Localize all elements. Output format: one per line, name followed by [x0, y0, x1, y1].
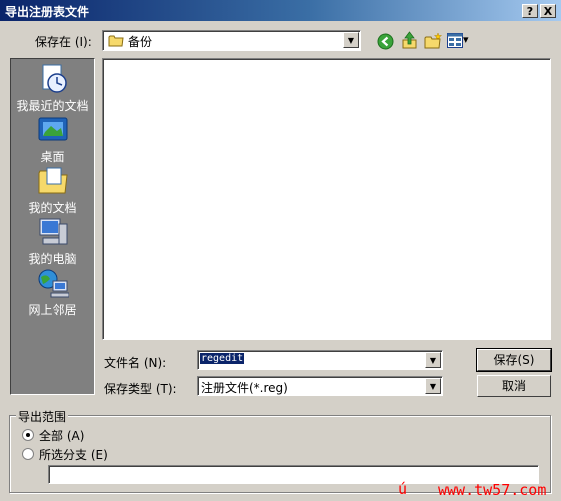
place-label: 我的文档: [28, 201, 77, 215]
place-desktop[interactable]: 桌面: [11, 114, 94, 165]
save-in-value: 备份: [128, 35, 153, 49]
my-documents-icon: [38, 167, 68, 194]
chevron-down-icon[interactable]: ▼: [425, 378, 441, 394]
recent-documents-icon: [42, 64, 67, 93]
cancel-button[interactable]: 取消: [477, 375, 551, 397]
view-grid-icon: [447, 33, 463, 48]
title-bar[interactable]: 导出注册表文件 ? X: [0, 0, 561, 21]
place-my-documents[interactable]: 我的文档: [11, 165, 94, 216]
view-menu-button[interactable]: ▾: [447, 33, 471, 49]
place-label: 我最近的文档: [16, 99, 89, 113]
save-in-combo[interactable]: 备份 ▼: [102, 30, 361, 51]
place-label: 网上邻居: [28, 303, 77, 317]
place-label: 桌面: [40, 150, 65, 164]
places-bar: 我最近的文档 桌面 我的文档 我的电脑 网上邻居: [10, 58, 95, 395]
folder-icon: [108, 35, 124, 47]
file-type-select[interactable]: 注册文件(*.reg) ▼: [197, 376, 443, 396]
save-in-label: 保存在 (I):: [35, 35, 92, 49]
window-title: 导出注册表文件: [5, 5, 90, 19]
help-button[interactable]: ?: [522, 4, 538, 18]
back-icon[interactable]: [377, 33, 394, 50]
save-button[interactable]: 保存(S): [476, 348, 552, 372]
desktop-icon: [38, 117, 67, 141]
export-range-title: 导出范围: [16, 408, 69, 425]
new-folder-icon[interactable]: [424, 33, 442, 49]
file-list[interactable]: [102, 58, 551, 340]
chevron-down-icon[interactable]: ▼: [343, 32, 359, 48]
up-folder-icon[interactable]: [401, 31, 418, 50]
place-network[interactable]: 网上邻居: [11, 267, 94, 318]
radio-selected-branch-label[interactable]: 所选分支 (E): [39, 446, 108, 463]
watermark-glyph: ú: [398, 480, 408, 498]
view-menu-arrow-icon: ▾: [463, 33, 469, 46]
chevron-down-icon[interactable]: ▼: [425, 352, 441, 368]
watermark-text: www.tw57.com: [438, 481, 547, 499]
place-label: 我的电脑: [28, 252, 77, 266]
network-places-icon: [38, 269, 69, 298]
radio-all-label[interactable]: 全部 (A): [39, 427, 84, 444]
close-button[interactable]: X: [540, 4, 556, 18]
file-type-value: 注册文件(*.reg): [201, 381, 288, 395]
place-recent-documents[interactable]: 我最近的文档: [11, 63, 94, 114]
radio-all[interactable]: [22, 429, 34, 441]
file-type-label: 保存类型 (T):: [104, 382, 177, 396]
radio-selected-branch[interactable]: [22, 448, 34, 460]
file-name-label: 文件名 (N):: [104, 356, 167, 370]
file-name-input[interactable]: regedit: [200, 353, 245, 364]
place-my-computer[interactable]: 我的电脑: [11, 216, 94, 267]
file-name-combo[interactable]: regedit ▼: [197, 350, 443, 370]
my-computer-icon: [39, 218, 67, 245]
